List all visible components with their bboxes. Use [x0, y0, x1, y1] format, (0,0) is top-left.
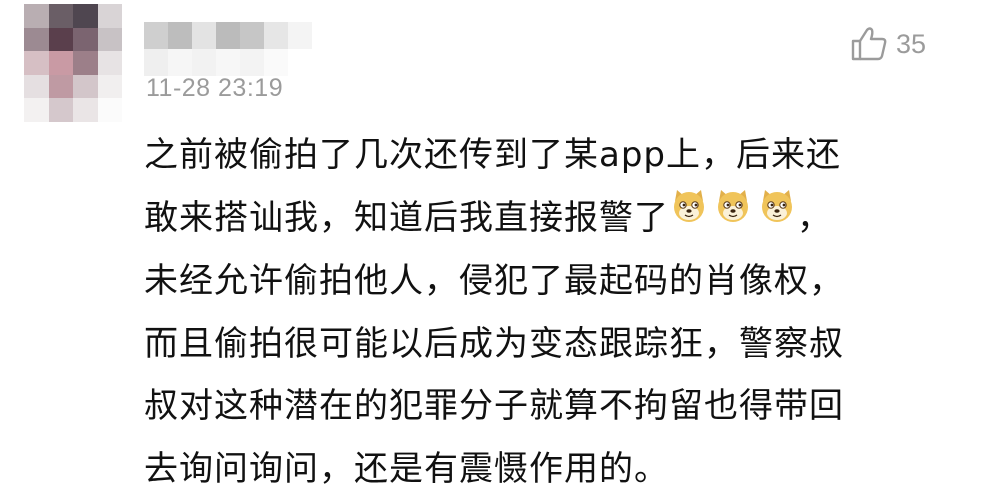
like-count: 35 [896, 28, 927, 59]
comment-text: 之前被偷拍了几次还传到了某app上，后来还 敢来搭讪我，知道后我直接报警了 ， … [144, 124, 944, 500]
like-button[interactable]: 35 [850, 26, 926, 62]
comment-line: 叔对这种潜在的犯罪分子就算不拘留也得带回 [144, 386, 844, 427]
comment-timestamp: 11-28 23:19 [146, 74, 284, 102]
comment-line-text: 敢来搭讪我，知道后我直接报警了 [144, 197, 669, 238]
doge-emoji [714, 183, 752, 246]
avatar[interactable] [24, 4, 122, 122]
comment-line: 之前被偷拍了几次还传到了某app上，后来还 [144, 135, 841, 175]
comment-line: 未经允许偷拍他人，侵犯了最起码的肖像权， [144, 261, 844, 302]
comment-line-text: ， [797, 197, 832, 238]
doge-emoji [670, 183, 708, 246]
username-blurred[interactable] [144, 22, 312, 76]
doge-emoji [758, 183, 796, 246]
comment-line: 而且偷拍很可能以后成为变态跟踪狂，警察叔 [144, 323, 844, 364]
thumbs-up-icon [850, 26, 888, 62]
comment-line: 去询问询问，还是有震慑作用的。 [144, 448, 669, 489]
comment-line: 敢来搭讪我，知道后我直接报警了 ， [144, 187, 944, 251]
